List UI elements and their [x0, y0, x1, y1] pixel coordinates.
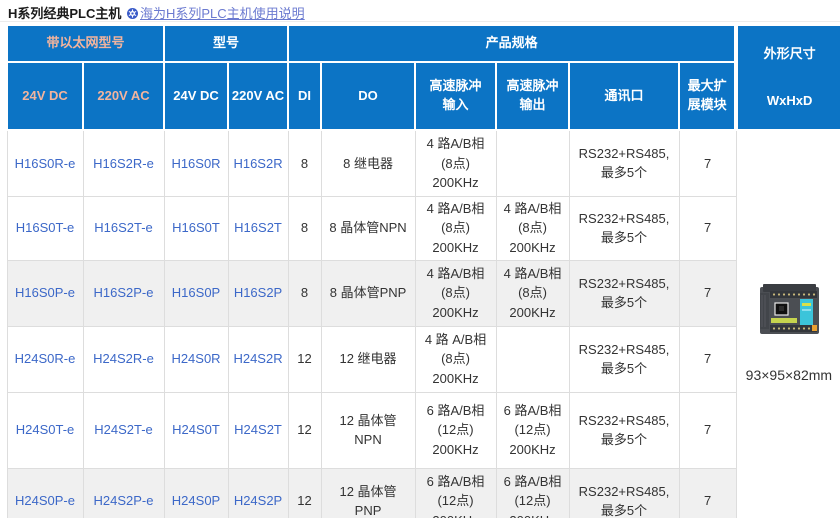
max-expand-cell: 7	[679, 260, 736, 326]
title-bar: H系列经典PLC主机 海为H系列PLC主机使用说明	[0, 0, 840, 22]
di-cell: 8	[288, 196, 321, 260]
model-link-eth-220v[interactable]: H24S2P-e	[83, 468, 164, 518]
col-header-220vac: 220V AC	[228, 62, 288, 131]
pulse-out-cell	[496, 326, 569, 392]
comm-cell: RS232+RS485, 最多5个	[569, 392, 679, 468]
header-column-row: 24V DC 220V AC 24V DC 220V AC DI DO 高速脉冲…	[7, 62, 840, 131]
do-cell: 8 晶体管NPN	[321, 196, 415, 260]
max-expand-cell: 7	[679, 392, 736, 468]
pulse-in-cell: 6 路A/B相 (12点) 200KHz	[415, 392, 496, 468]
model-link-eth-220v[interactable]: H16S2P-e	[83, 260, 164, 326]
model-link-24v[interactable]: H16S0P	[164, 260, 228, 326]
col-header-eth-220vac: 220V AC	[83, 62, 164, 131]
max-expand-cell: 7	[679, 468, 736, 518]
do-cell: 8 继电器	[321, 130, 415, 196]
max-expand-cell: 7	[679, 130, 736, 196]
comm-cell: RS232+RS485, 最多5个	[569, 260, 679, 326]
header-dimensions: 外形尺寸 WxHxD	[736, 25, 840, 130]
usage-guide-link-label: 海为H系列PLC主机使用说明	[140, 3, 305, 22]
table-row: H16S0P-e H16S2P-e H16S0P H16S2P 8 8 晶体管P…	[7, 260, 840, 326]
col-header-pulse-input: 高速脉冲 输入	[415, 62, 496, 131]
header-group-row: 带以太网型号 型号 产品规格 外形尺寸 WxHxD	[7, 25, 840, 62]
do-cell: 12 继电器	[321, 326, 415, 392]
model-link-eth-24v[interactable]: H24S0P-e	[7, 468, 83, 518]
pulse-in-cell: 4 路A/B相 (8点) 200KHz	[415, 260, 496, 326]
pulse-out-cell: 6 路A/B相 (12点) 200KHz	[496, 392, 569, 468]
usage-guide-link[interactable]: 海为H系列PLC主机使用说明	[127, 3, 305, 22]
model-link-220v[interactable]: H16S2P	[228, 260, 288, 326]
max-expand-cell: 7	[679, 196, 736, 260]
header-ethernet-models: 带以太网型号	[7, 25, 164, 62]
pulse-out-cell: 4 路A/B相 (8点) 200KHz	[496, 260, 569, 326]
model-link-220v[interactable]: H24S2P	[228, 468, 288, 518]
col-header-comm-port: 通讯口	[569, 62, 679, 131]
model-link-eth-24v[interactable]: H24S0R-e	[7, 326, 83, 392]
model-link-eth-220v[interactable]: H16S2R-e	[83, 130, 164, 196]
header-product-specs: 产品规格	[288, 25, 736, 62]
spec-table: 带以太网型号 型号 产品规格 外形尺寸 WxHxD 24V DC 220V AC…	[6, 24, 840, 518]
model-link-eth-220v[interactable]: H24S2T-e	[83, 392, 164, 468]
model-link-eth-24v[interactable]: H24S0T-e	[7, 392, 83, 468]
pulse-out-cell	[496, 130, 569, 196]
model-link-24v[interactable]: H16S0R	[164, 130, 228, 196]
col-header-eth-24vdc: 24V DC	[7, 62, 83, 131]
comm-cell: RS232+RS485, 最多5个	[569, 196, 679, 260]
model-link-220v[interactable]: H16S2T	[228, 196, 288, 260]
model-link-24v[interactable]: H24S0P	[164, 468, 228, 518]
table-row: H16S0R-e H16S2R-e H16S0R H16S2R 8 8 继电器 …	[7, 130, 840, 196]
pulse-in-cell: 4 路A/B相 (8点) 200KHz	[415, 130, 496, 196]
di-cell: 8	[288, 130, 321, 196]
comm-cell: RS232+RS485, 最多5个	[569, 326, 679, 392]
pulse-in-cell: 4 路A/B相 (8点) 200KHz	[415, 196, 496, 260]
pulse-out-cell: 6 路A/B相 (12点) 200KHz	[496, 468, 569, 518]
page: H系列经典PLC主机 海为H系列PLC主机使用说明	[0, 0, 840, 518]
pulse-in-cell: 6 路A/B相 (12点) 200KHz	[415, 468, 496, 518]
model-link-220v[interactable]: H16S2R	[228, 130, 288, 196]
model-link-24v[interactable]: H24S0T	[164, 392, 228, 468]
page-title: H系列经典PLC主机	[8, 3, 121, 22]
di-cell: 12	[288, 468, 321, 518]
model-link-220v[interactable]: H24S2T	[228, 392, 288, 468]
dimensions-cell: 93×95×82mm	[736, 130, 840, 518]
model-link-220v[interactable]: H24S2R	[228, 326, 288, 392]
table-row: H24S0T-e H24S2T-e H24S0T H24S2T 12 12 晶体…	[7, 392, 840, 468]
model-link-eth-24v[interactable]: H16S0P-e	[7, 260, 83, 326]
model-link-eth-24v[interactable]: H16S0T-e	[7, 196, 83, 260]
do-cell: 12 晶体管 NPN	[321, 392, 415, 468]
col-header-max-expansion: 最大扩 展模块	[679, 62, 736, 131]
col-header-di: DI	[288, 62, 321, 131]
col-header-24vdc: 24V DC	[164, 62, 228, 131]
comm-cell: RS232+RS485, 最多5个	[569, 130, 679, 196]
do-cell: 8 晶体管PNP	[321, 260, 415, 326]
table-row: H16S0T-e H16S2T-e H16S0T H16S2T 8 8 晶体管N…	[7, 196, 840, 260]
header-models: 型号	[164, 25, 288, 62]
pulse-in-cell: 4 路 A/B相 (8点) 200KHz	[415, 326, 496, 392]
di-cell: 12	[288, 326, 321, 392]
max-expand-cell: 7	[679, 326, 736, 392]
col-header-do: DO	[321, 62, 415, 131]
dimensions-header-title: 外形尺寸	[738, 45, 840, 64]
dimensions-header-subtitle: WxHxD	[738, 92, 840, 111]
pulse-out-cell: 4 路A/B相 (8点) 200KHz	[496, 196, 569, 260]
di-cell: 8	[288, 260, 321, 326]
model-link-eth-24v[interactable]: H16S0R-e	[7, 130, 83, 196]
model-link-eth-220v[interactable]: H16S2T-e	[83, 196, 164, 260]
col-header-pulse-output: 高速脉冲 输出	[496, 62, 569, 131]
model-link-24v[interactable]: H16S0T	[164, 196, 228, 260]
do-cell: 12 晶体管 PNP	[321, 468, 415, 518]
di-cell: 12	[288, 392, 321, 468]
table-row: H24S0P-e H24S2P-e H24S0P H24S2P 12 12 晶体…	[7, 468, 840, 518]
dimension-text: 93×95×82mm	[739, 365, 840, 386]
plc-product-image	[755, 279, 823, 341]
model-link-24v[interactable]: H24S0R	[164, 326, 228, 392]
gear-icon	[127, 7, 138, 18]
model-link-eth-220v[interactable]: H24S2R-e	[83, 326, 164, 392]
table-row: H24S0R-e H24S2R-e H24S0R H24S2R 12 12 继电…	[7, 326, 840, 392]
comm-cell: RS232+RS485, 最多5个	[569, 468, 679, 518]
